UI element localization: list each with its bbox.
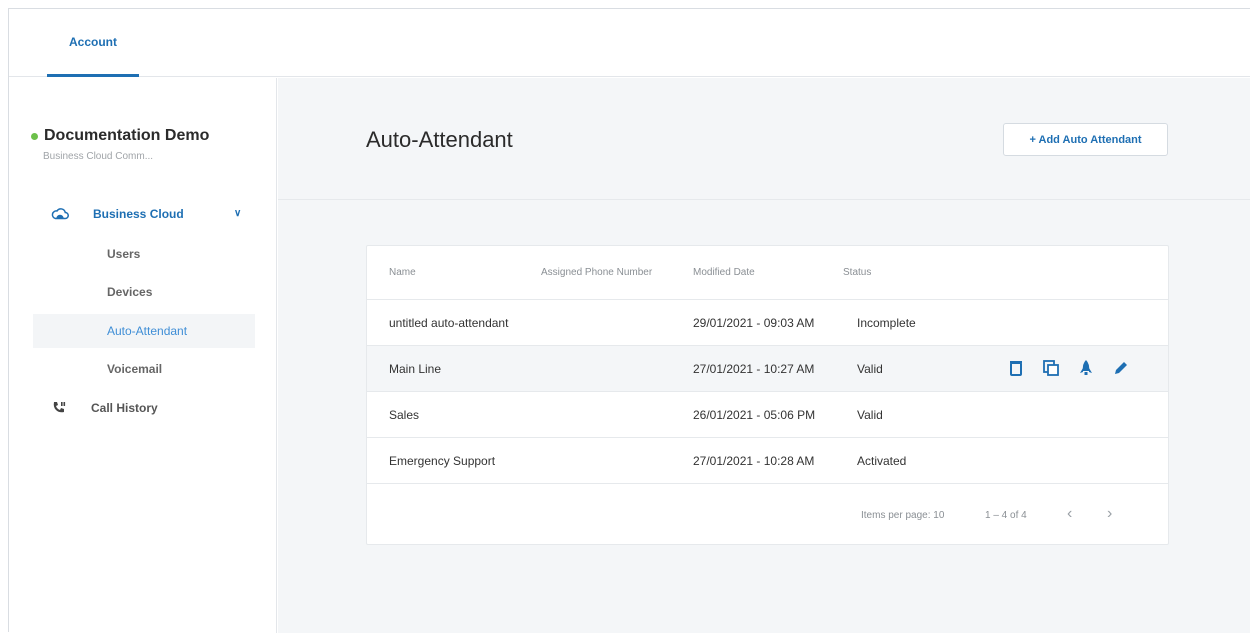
sidebar-item-voicemail[interactable]: Voicemail [107, 357, 162, 381]
table-row[interactable]: Sales 26/01/2021 - 05:06 PM Valid [367, 392, 1168, 438]
table-header: Name Assigned Phone Number Modified Date… [367, 246, 1168, 300]
cell-status: Valid [857, 362, 883, 376]
sidebar-item-auto-attendant[interactable]: Auto-Attendant [33, 314, 255, 348]
sidebar: Documentation Demo Business Cloud Comm..… [9, 78, 277, 633]
tab-account[interactable]: Account [47, 9, 139, 77]
column-header-name[interactable]: Name [389, 267, 416, 278]
page-header: Auto-Attendant + Add Auto Attendant [278, 78, 1250, 200]
trash-icon[interactable] [1007, 359, 1025, 377]
add-auto-attendant-button[interactable]: + Add Auto Attendant [1003, 123, 1168, 156]
cell-modified: 27/01/2021 - 10:28 AM [693, 454, 815, 468]
cell-status: Activated [857, 454, 907, 468]
status-dot-icon [31, 132, 38, 140]
top-tab-bar: Account [9, 9, 1250, 77]
phone-history-icon [53, 402, 66, 413]
row-actions [1007, 359, 1130, 377]
sidebar-item-devices[interactable]: Devices [107, 280, 152, 304]
page-range: 1 – 4 of 4 [985, 510, 1027, 521]
copy-icon[interactable] [1042, 359, 1060, 377]
sidebar-item-users[interactable]: Users [107, 242, 140, 266]
cell-modified: 26/01/2021 - 05:06 PM [693, 408, 816, 422]
cell-name: Emergency Support [389, 454, 496, 468]
cell-modified: 27/01/2021 - 10:27 AM [693, 362, 815, 376]
main-content: Auto-Attendant + Add Auto Attendant Name… [278, 78, 1250, 633]
account-subtitle: Business Cloud Comm... [43, 151, 154, 162]
cell-name: untitled auto-attendant [389, 316, 509, 330]
chevron-left-icon[interactable]: ‹ [1067, 505, 1072, 523]
sidebar-item-label: Voicemail [107, 362, 163, 376]
account-name: Documentation Demo [44, 127, 210, 144]
sidebar-item-label: Users [107, 247, 141, 261]
items-per-page[interactable]: Items per page: 10 [861, 510, 944, 521]
column-header-status[interactable]: Status [843, 267, 871, 278]
pencil-icon[interactable] [1112, 359, 1130, 377]
sidebar-item-label: Devices [107, 285, 153, 299]
rocket-icon[interactable] [1077, 359, 1095, 377]
table-row[interactable]: untitled auto-attendant 29/01/2021 - 09:… [367, 300, 1168, 346]
sidebar-item-label: Call History [91, 401, 158, 415]
cloud-icon [51, 208, 69, 220]
page-title: Auto-Attendant [366, 127, 513, 152]
sidebar-group-label: Business Cloud [93, 207, 184, 221]
sidebar-item-call-history[interactable]: Call History [51, 396, 158, 420]
table-row[interactable]: Main Line 27/01/2021 - 10:27 AM Valid [367, 346, 1168, 392]
account-header: Documentation Demo [31, 127, 209, 145]
cell-modified: 29/01/2021 - 09:03 AM [693, 316, 815, 330]
column-header-phone[interactable]: Assigned Phone Number [541, 267, 652, 278]
auto-attendant-table: Name Assigned Phone Number Modified Date… [366, 245, 1169, 545]
chevron-right-icon[interactable]: › [1107, 505, 1112, 523]
app-window: Account Documentation Demo Business Clou… [8, 8, 1250, 633]
cell-name: Sales [389, 408, 420, 422]
chevron-down-icon[interactable]: ∨ [234, 208, 241, 219]
cell-status: Incomplete [857, 316, 916, 330]
table-row[interactable]: Emergency Support 27/01/2021 - 10:28 AM … [367, 438, 1168, 484]
sidebar-item-label: Auto-Attendant [107, 324, 188, 338]
cell-name: Main Line [389, 362, 442, 376]
column-header-modified[interactable]: Modified Date [693, 267, 755, 278]
pagination: Items per page: 10 1 – 4 of 4 ‹ › [367, 486, 1168, 542]
cell-status: Valid [857, 408, 883, 422]
sidebar-group-business-cloud[interactable]: Business Cloud ∨ [51, 202, 251, 226]
